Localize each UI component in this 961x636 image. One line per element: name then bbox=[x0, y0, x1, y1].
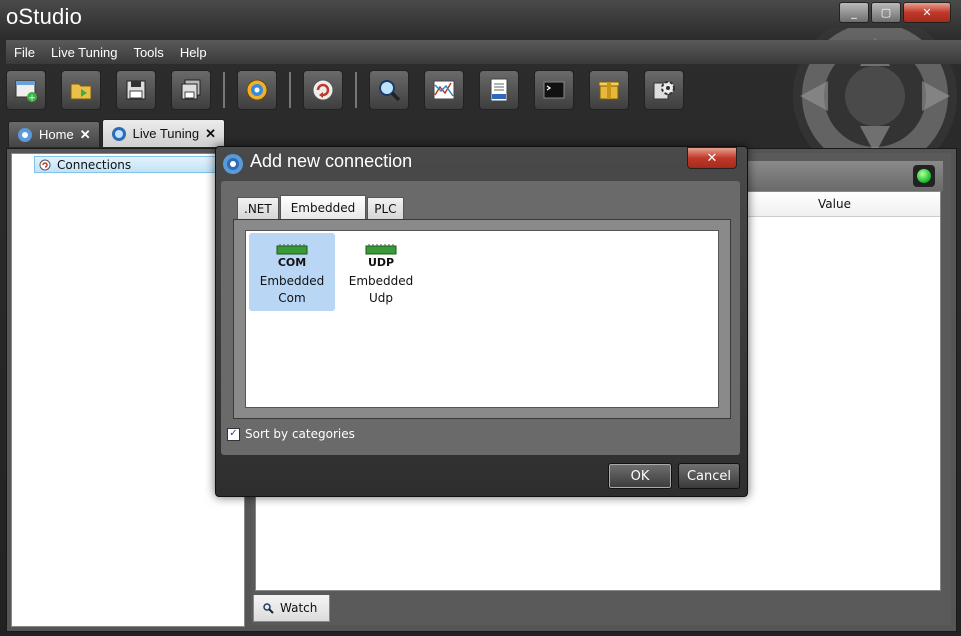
sort-by-categories-row: ✓ Sort by categories bbox=[227, 427, 355, 441]
connection-type-list: COM Embedded Com UDP Embedded Udp bbox=[245, 230, 719, 408]
connection-type-embedded-udp[interactable]: UDP Embedded Udp bbox=[338, 233, 424, 311]
tree-item-label: Connections bbox=[57, 157, 132, 172]
menu-live-tuning[interactable]: Live Tuning bbox=[43, 45, 126, 60]
tree-item-connections[interactable]: Connections bbox=[34, 156, 234, 173]
tab-live-tuning-close-icon[interactable]: ✕ bbox=[205, 126, 216, 142]
category-tabs: .NET Embedded PLC bbox=[237, 195, 405, 219]
save-all-icon bbox=[181, 79, 201, 100]
com-chip-label: COM bbox=[278, 256, 306, 269]
terminal-button[interactable] bbox=[534, 70, 574, 110]
refresh-button[interactable] bbox=[303, 70, 343, 110]
live-tuning-icon bbox=[111, 126, 126, 141]
embedded-udp-label-2: Udp bbox=[368, 291, 394, 305]
save-button[interactable] bbox=[116, 70, 156, 110]
new-connection-icon: + bbox=[15, 80, 37, 104]
log-icon bbox=[490, 78, 508, 102]
window-controls: _ ▢ ✕ bbox=[839, 2, 951, 23]
window-title: oStudio bbox=[6, 4, 83, 29]
tab-live-tuning[interactable]: Live Tuning ✕ bbox=[101, 119, 225, 147]
embedded-udp-label-1: Embedded bbox=[348, 274, 414, 288]
save-all-button[interactable] bbox=[171, 70, 211, 110]
tab-home[interactable]: Home ✕ bbox=[8, 121, 100, 147]
dialog-title: Add new connection bbox=[250, 151, 413, 171]
tab-home-close-icon[interactable]: ✕ bbox=[80, 127, 91, 143]
sort-by-categories-label: Sort by categories bbox=[245, 427, 355, 441]
embedded-com-label-2: Com bbox=[278, 291, 306, 305]
status-led-icon bbox=[913, 165, 935, 187]
search-icon bbox=[379, 80, 401, 102]
maximize-button[interactable]: ▢ bbox=[871, 2, 901, 23]
new-connection-button[interactable]: + bbox=[6, 70, 46, 110]
tab-embedded[interactable]: Embedded bbox=[279, 195, 367, 219]
menu-file[interactable]: File bbox=[6, 45, 43, 60]
menu-help[interactable]: Help bbox=[172, 45, 215, 60]
tab-live-tuning-label: Live Tuning bbox=[132, 126, 200, 141]
tab-home-label: Home bbox=[39, 127, 74, 142]
com-chip-icon: COM bbox=[276, 244, 308, 269]
app-window: oStudio _ ▢ ✕ File Live Tuning Tools Hel… bbox=[0, 0, 961, 636]
tab-watch-label: Watch bbox=[280, 601, 318, 615]
add-connection-dialog: Add new connection ✕ .NET Embedded PLC C… bbox=[215, 146, 748, 497]
watch-search-icon bbox=[263, 603, 274, 614]
dialog-body: .NET Embedded PLC COM Embedded Com UDP E… bbox=[221, 181, 740, 455]
package-button[interactable] bbox=[589, 70, 629, 110]
tab-dotnet[interactable]: .NET bbox=[237, 197, 279, 219]
document-tabs: Home ✕ Live Tuning ✕ bbox=[8, 119, 227, 147]
udp-chip-label: UDP bbox=[368, 256, 394, 269]
connections-icon bbox=[39, 159, 51, 170]
home-fan-icon bbox=[18, 127, 32, 142]
settings-gear-icon bbox=[246, 79, 268, 101]
menu-tools[interactable]: Tools bbox=[125, 45, 171, 60]
refresh-icon bbox=[312, 79, 334, 101]
connections-tree: Connections bbox=[11, 153, 245, 627]
menu-bar: File Live Tuning Tools Help bbox=[6, 40, 961, 64]
dialog-close-button[interactable]: ✕ bbox=[687, 147, 737, 169]
package-icon bbox=[598, 81, 620, 100]
settings-button[interactable] bbox=[237, 70, 277, 110]
dialog-fan-icon bbox=[223, 154, 243, 174]
chart-button[interactable] bbox=[424, 70, 464, 110]
cancel-button[interactable]: Cancel bbox=[678, 463, 740, 489]
plugin-settings-button[interactable] bbox=[644, 70, 684, 110]
minimize-button[interactable]: _ bbox=[839, 2, 869, 23]
sort-by-categories-checkbox[interactable]: ✓ bbox=[227, 427, 240, 441]
terminal-icon bbox=[543, 81, 565, 99]
open-button[interactable] bbox=[61, 70, 101, 110]
toolbar: + bbox=[6, 68, 699, 112]
udp-chip-icon: UDP bbox=[365, 244, 397, 269]
category-panel: COM Embedded Com UDP Embedded Udp bbox=[233, 219, 731, 419]
save-icon bbox=[126, 80, 146, 100]
embedded-com-label-1: Embedded bbox=[259, 274, 325, 288]
svg-text:+: + bbox=[28, 94, 36, 104]
search-button[interactable] bbox=[369, 70, 409, 110]
log-button[interactable] bbox=[479, 70, 519, 110]
ok-button[interactable]: OK bbox=[608, 463, 672, 489]
plugin-settings-icon bbox=[653, 81, 675, 100]
column-value[interactable]: Value bbox=[818, 197, 851, 211]
toolbar-separator bbox=[223, 72, 225, 108]
connection-type-embedded-com[interactable]: COM Embedded Com bbox=[249, 233, 335, 311]
open-folder-icon bbox=[70, 83, 92, 100]
chart-icon bbox=[433, 80, 455, 100]
close-button[interactable]: ✕ bbox=[903, 2, 951, 23]
toolbar-separator bbox=[289, 72, 291, 108]
tab-plc[interactable]: PLC bbox=[367, 197, 404, 219]
toolbar-separator bbox=[355, 72, 357, 108]
tab-watch[interactable]: Watch bbox=[253, 595, 331, 622]
